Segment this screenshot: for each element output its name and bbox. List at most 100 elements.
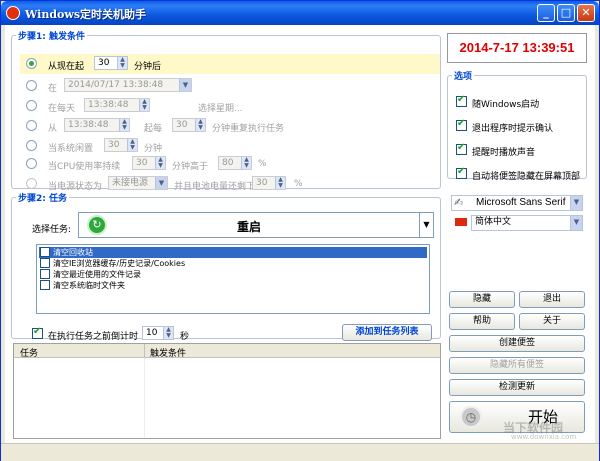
font-icon: ✍	[454, 196, 464, 209]
cpu-suffix: %	[258, 159, 267, 169]
spin-icon[interactable]: ▲ ▼	[275, 177, 285, 189]
table-header: 任务 触发条件	[14, 344, 440, 359]
list-item[interactable]: 清空最近使用的文件记录	[39, 269, 427, 280]
maximize-button[interactable]: □	[557, 4, 575, 22]
at-datetime-label: 在	[48, 84, 58, 94]
watermark-url: www.downxia.com	[511, 433, 577, 441]
language-select[interactable]: 简体中文 ▼	[471, 215, 583, 231]
start-with-windows-checkbox[interactable]	[456, 94, 467, 107]
spin-icon[interactable]: ▲ ▼	[241, 157, 251, 169]
radio-cpu[interactable]	[26, 158, 37, 169]
idle-minutes-value: 30	[108, 140, 120, 150]
subtask-label: 清空最近使用的文件记录	[53, 270, 141, 279]
repeat-interval-input[interactable]: 30 ▲ ▼	[172, 118, 206, 132]
chevron-down-icon[interactable]: ▼	[179, 79, 191, 91]
chevron-down-icon[interactable]: ▼	[570, 196, 582, 210]
radio-repeat[interactable]	[26, 120, 37, 131]
countdown-checkbox[interactable]	[32, 326, 43, 339]
task-legend: 步骤2: 任务	[18, 194, 67, 204]
check-update-button[interactable]: 检测更新	[449, 379, 585, 396]
countdown-unit: 秒	[180, 332, 190, 342]
repeat-from-label: 从	[48, 124, 58, 134]
title-bar[interactable]: Windows定时关机助手 _ □ ✕	[1, 1, 599, 25]
subtask-checkbox[interactable]	[40, 269, 50, 279]
chevron-down-icon[interactable]: ▼	[155, 177, 167, 189]
subtask-checkbox[interactable]	[40, 247, 50, 257]
select-task-label: 选择任务:	[32, 225, 72, 235]
countdown-value: 10	[146, 328, 158, 338]
battery-percent-input[interactable]: 30 ▲ ▼	[252, 176, 286, 190]
power-state-select[interactable]: 未接电源 ▼	[108, 176, 168, 190]
cpu-minutes-value: 30	[136, 158, 148, 168]
create-note-button[interactable]: 创建便签	[449, 335, 585, 352]
close-button[interactable]: ✕	[577, 4, 595, 22]
subtask-list: 清空回收站 清空IE浏览器缓存/历史记录/Cookies 清空最近使用的文件记录…	[36, 244, 430, 314]
play-sound-label: 提醒时播放声音	[472, 148, 536, 158]
current-time-display: 2014-7-17 13:39:51	[447, 33, 587, 63]
subtask-label: 清空回收站	[53, 248, 93, 257]
status-bar	[1, 443, 599, 461]
column-divider	[144, 344, 145, 358]
spin-icon[interactable]: ▲ ▼	[195, 119, 205, 131]
battery-percent-value: 30	[256, 178, 268, 188]
list-item[interactable]: 清空回收站	[39, 247, 427, 258]
repeat-time-input[interactable]: 13:38:48 ▲ ▼	[64, 118, 130, 132]
radio-at-datetime[interactable]	[26, 80, 37, 91]
task-table: 任务 触发条件	[13, 343, 441, 439]
datetime-input[interactable]: 2014/07/17 13:38:48 ▼	[64, 78, 192, 92]
daily-time-input[interactable]: 13:38:48 ▲ ▼	[84, 98, 150, 112]
spin-icon[interactable]: ▲ ▼	[163, 327, 173, 339]
choose-weekday-link[interactable]: 选择星期...	[198, 101, 243, 114]
radio-daily[interactable]	[26, 100, 37, 111]
repeat-suffix: 分钟重复执行任务	[212, 124, 285, 134]
cpu-percent-input[interactable]: 80 ▲ ▼	[218, 156, 252, 170]
minimize-button[interactable]: _	[537, 4, 555, 22]
hide-button[interactable]: 隐藏	[449, 291, 515, 308]
column-header-trigger[interactable]: 触发条件	[150, 346, 186, 359]
daily-label: 在每天	[48, 104, 76, 114]
chevron-down-icon[interactable]: ▼	[570, 216, 582, 230]
spin-icon[interactable]: ▲ ▼	[117, 57, 127, 69]
radio-power[interactable]	[26, 178, 37, 189]
about-button[interactable]: 关于	[519, 313, 585, 330]
options-group: 选项 随Windows启动 退出程序时提示确认 提醒时播放声音 自动将便签隐藏在…	[447, 69, 587, 182]
spin-icon[interactable]: ▲ ▼	[127, 139, 137, 151]
trigger-group: 步骤1: 触发条件 从现在起 30 ▲ ▼ 分钟后 在 2014/07/17 13:…	[11, 29, 441, 192]
app-icon	[6, 6, 20, 20]
battery-suffix: %	[294, 179, 303, 189]
radio-from-now[interactable]	[26, 58, 37, 69]
spin-icon[interactable]: ▲ ▼	[155, 157, 165, 169]
subtask-checkbox[interactable]	[40, 258, 50, 268]
auto-hide-notes-label: 自动将便签隐藏在屏幕顶部	[472, 172, 581, 182]
exit-button[interactable]: 退出	[519, 291, 585, 308]
from-now-minutes-input[interactable]: 30 ▲ ▼	[94, 56, 128, 70]
radio-idle[interactable]	[26, 140, 37, 151]
subtask-checkbox[interactable]	[40, 280, 50, 290]
idle-label: 当系统闲置	[48, 144, 94, 154]
task-select[interactable]: ↻ 重启 ▼	[78, 212, 434, 238]
from-now-suffix: 分钟后	[134, 62, 162, 72]
cpu-percent-value: 80	[222, 158, 234, 168]
list-item[interactable]: 清空系统临时文件夹	[39, 280, 427, 291]
hide-all-notes-button[interactable]: 隐藏所有便签	[449, 357, 585, 374]
column-header-task[interactable]: 任务	[20, 346, 38, 359]
subtask-label: 清空IE浏览器缓存/历史记录/Cookies	[53, 259, 186, 268]
spin-icon[interactable]: ▲ ▼	[139, 99, 149, 111]
font-select-value: Microsoft Sans Serif	[476, 197, 566, 208]
idle-minutes-input[interactable]: 30 ▲ ▼	[104, 138, 138, 152]
countdown-input[interactable]: 10 ▲ ▼	[142, 326, 174, 340]
list-item[interactable]: 清空IE浏览器缓存/历史记录/Cookies	[39, 258, 427, 269]
add-to-task-list-button[interactable]: 添加到任务列表	[342, 324, 432, 341]
spin-icon[interactable]: ▲ ▼	[119, 119, 129, 131]
cpu-minutes-input[interactable]: 30 ▲ ▼	[132, 156, 166, 170]
help-button[interactable]: 帮助	[449, 313, 515, 330]
auto-hide-notes-checkbox[interactable]	[456, 166, 467, 179]
font-select[interactable]: ✍ Microsoft Sans Serif ▼	[451, 195, 583, 211]
chevron-down-icon[interactable]: ▼	[419, 213, 433, 237]
confirm-exit-checkbox[interactable]	[456, 118, 467, 131]
repeat-every-label: 起每	[144, 124, 163, 134]
trigger-legend: 步骤1: 触发条件	[18, 32, 85, 42]
task-group: 步骤2: 任务 选择任务: ↻ 重启 ▼ 清空回收站 清空IE浏览器缓存/历史记…	[11, 191, 441, 342]
play-sound-checkbox[interactable]	[456, 142, 467, 155]
content-area: 步骤1: 触发条件 从现在起 30 ▲ ▼ 分钟后 在 2014/07/17 13:…	[5, 25, 595, 443]
